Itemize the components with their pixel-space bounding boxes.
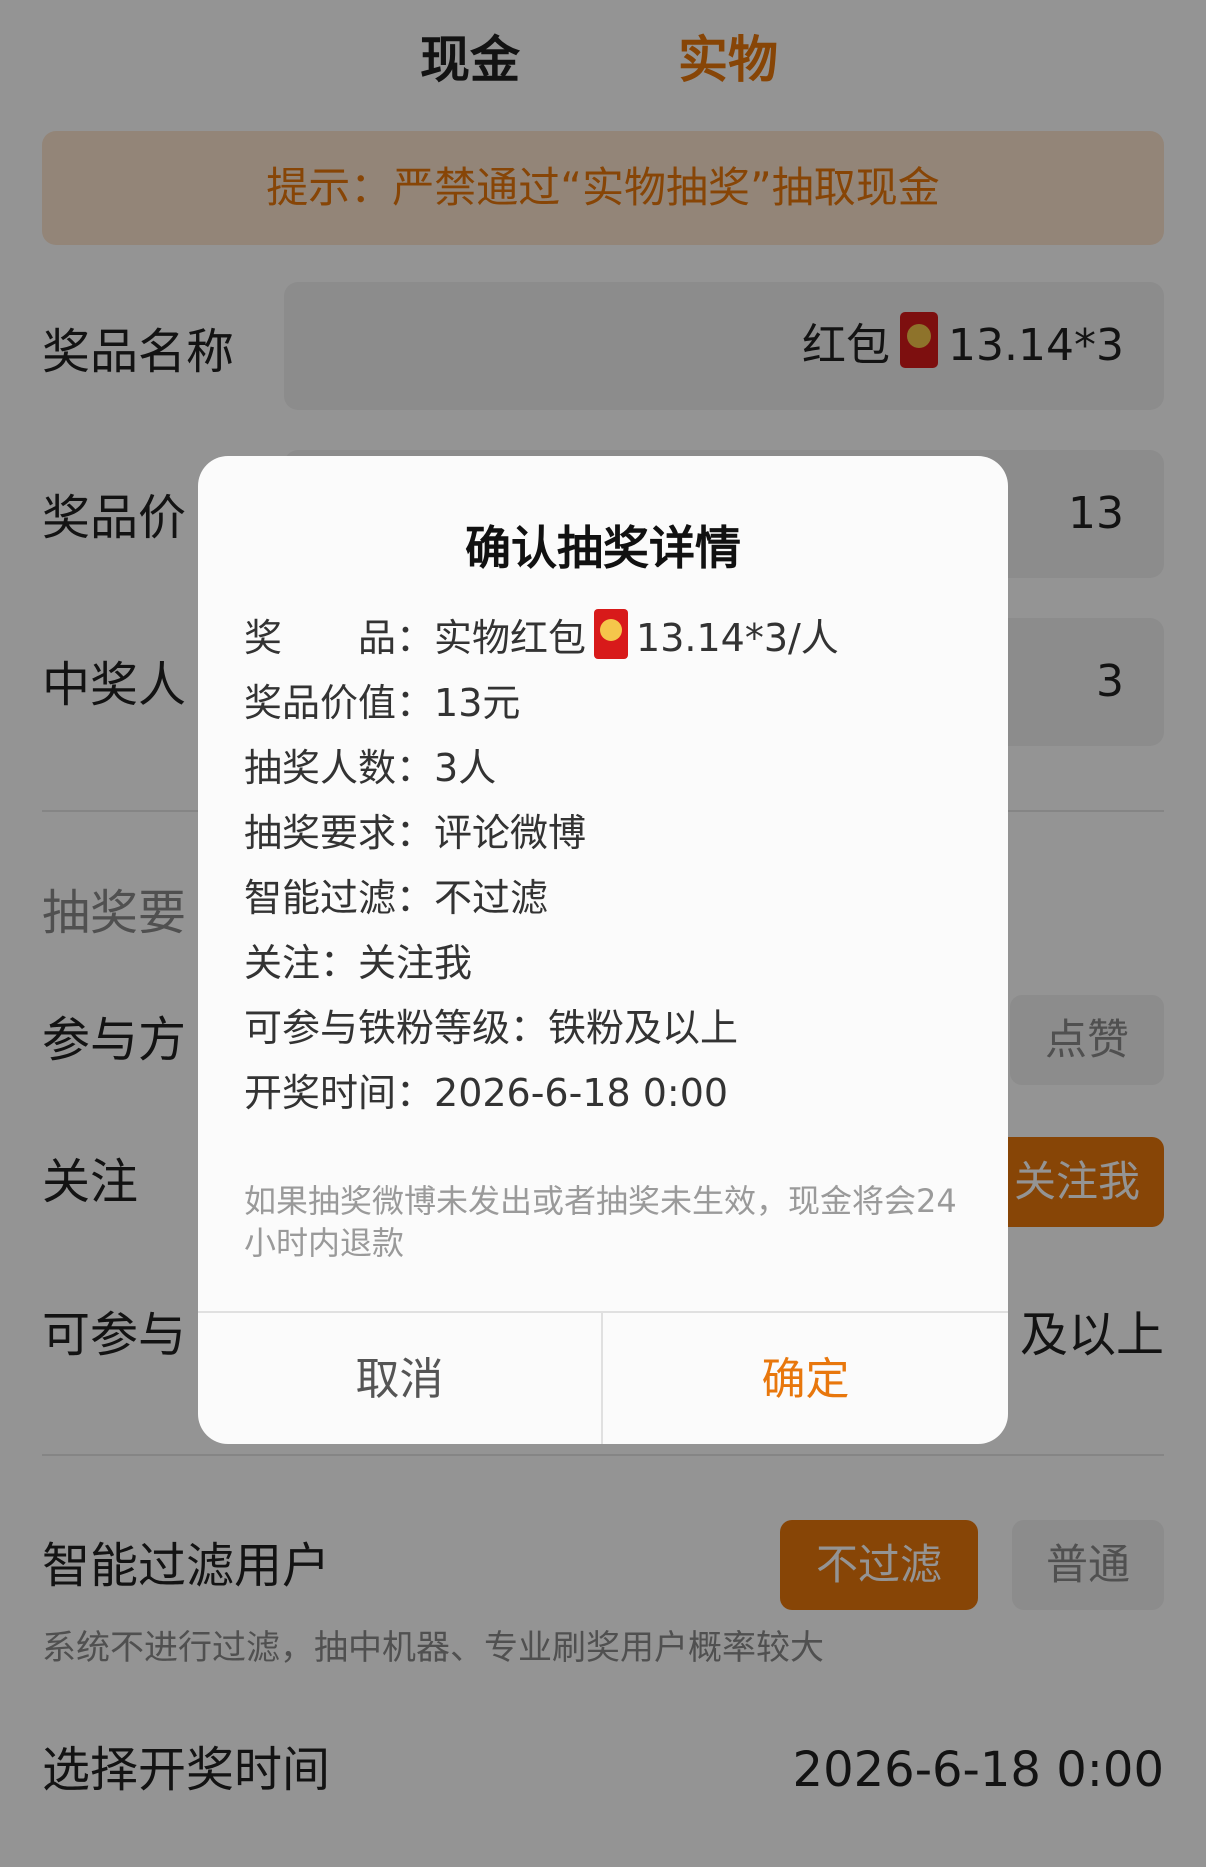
detail-label: 抽奖要求： [244, 811, 435, 855]
dialog-footer: 取消 确定 [198, 1311, 1008, 1444]
detail-label: 关注： [244, 941, 359, 985]
detail-row-count: 抽奖人数：3人 [244, 736, 964, 801]
detail-value: 不过滤 [434, 876, 549, 920]
detail-value: 13.14*3/人 [636, 616, 839, 660]
refund-note: 如果抽奖微博未发出或者抽奖未生效，现金将会24小时内退款 [244, 1182, 957, 1262]
detail-label: 奖 品： [244, 616, 435, 660]
detail-row-draw-time: 开奖时间：2026-6-18 0:00 [244, 1061, 964, 1126]
detail-value: 关注我 [358, 941, 473, 985]
detail-value: 13元 [434, 681, 521, 725]
detail-value: 铁粉及以上 [548, 1006, 739, 1050]
detail-label: 可参与铁粉等级： [244, 1006, 549, 1050]
detail-value: 实物红包 [434, 616, 587, 660]
confirm-button[interactable]: 确定 [603, 1313, 1008, 1444]
detail-value: 3人 [434, 746, 497, 790]
detail-row-filter: 智能过滤：不过滤 [244, 866, 964, 931]
confirm-dialog: 确认抽奖详情 奖 品：实物红包 13.14*3/人 奖品价值：13元 抽奖人数：3… [198, 456, 1008, 1444]
detail-label: 智能过滤： [244, 876, 435, 920]
dialog-title: 确认抽奖详情 [465, 521, 741, 575]
detail-label: 抽奖人数： [244, 746, 435, 790]
detail-label: 开奖时间： [244, 1071, 435, 1115]
detail-label: 奖品价值： [244, 681, 435, 725]
detail-list: 奖 品：实物红包 13.14*3/人 奖品价值：13元 抽奖人数：3人 抽奖要求：… [244, 606, 964, 1126]
detail-row-prize: 奖 品：实物红包 13.14*3/人 [244, 606, 964, 671]
detail-row-worth: 奖品价值：13元 [244, 671, 964, 736]
cancel-button[interactable]: 取消 [198, 1313, 603, 1444]
detail-value: 评论微博 [434, 811, 587, 855]
detail-row-follow: 关注：关注我 [244, 931, 964, 996]
detail-value: 2026-6-18 0:00 [434, 1071, 729, 1115]
red-packet-icon [594, 609, 629, 659]
detail-row-fan-level: 可参与铁粉等级：铁粉及以上 [244, 996, 964, 1061]
detail-row-requirement: 抽奖要求：评论微博 [244, 801, 964, 866]
